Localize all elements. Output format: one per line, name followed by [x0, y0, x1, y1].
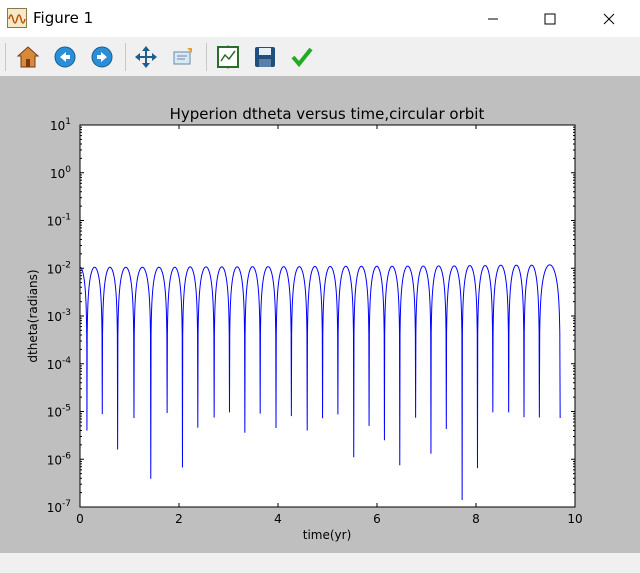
window-title: Figure 1: [33, 9, 94, 27]
home-button[interactable]: [13, 42, 43, 72]
configure-subplots-button[interactable]: [213, 42, 243, 72]
x-tick-label: 0: [76, 512, 84, 526]
home-icon: [16, 46, 40, 68]
toolbar-separator: [125, 43, 126, 71]
toolbar-grip: [5, 43, 6, 71]
minimize-button[interactable]: [470, 0, 516, 37]
zoom-rect-icon: [173, 48, 192, 65]
forward-arrow-icon: [91, 46, 113, 68]
y-tick-label: 10-1: [47, 213, 71, 229]
minimize-icon: [488, 18, 498, 19]
plot-canvas[interactable]: Hyperion dtheta versus time,circular orb…: [0, 76, 640, 553]
save-disk-icon: [255, 47, 275, 67]
y-tick-label: 10-2: [47, 260, 71, 276]
y-tick-label: 10-4: [47, 356, 72, 372]
x-tick-label: 8: [472, 512, 480, 526]
checkmark-icon: [291, 47, 313, 68]
y-tick-label: 10-5: [47, 404, 71, 420]
x-tick-label: 6: [373, 512, 381, 526]
edit-axes-button[interactable]: [287, 42, 317, 72]
x-tick-label: 10: [567, 512, 582, 526]
x-tick-label: 4: [274, 512, 282, 526]
pan-arrows-icon: [135, 46, 157, 68]
chart-title: Hyperion dtheta versus time,circular orb…: [170, 105, 485, 123]
close-button[interactable]: [586, 0, 632, 37]
y-tick-label: 10-3: [47, 308, 71, 324]
save-button[interactable]: [250, 42, 280, 72]
x-axis-label: time(yr): [303, 528, 352, 542]
status-bar: [0, 553, 640, 573]
forward-button[interactable]: [87, 42, 117, 72]
y-axis-label: dtheta(radians): [26, 269, 40, 362]
y-tick-label: 10-6: [47, 451, 72, 467]
axes-background: [80, 125, 575, 507]
back-arrow-icon: [54, 46, 76, 68]
y-tick-label: 100: [50, 165, 71, 181]
toolbar-separator: [206, 43, 207, 71]
zoom-button[interactable]: [168, 42, 198, 72]
navigation-toolbar: [0, 37, 640, 76]
x-tick-label: 2: [175, 512, 183, 526]
title-bar: Figure 1: [0, 0, 640, 37]
subplots-icon: [217, 45, 239, 69]
y-tick-label: 101: [50, 117, 71, 133]
figure-canvas-area: Hyperion dtheta versus time,circular orb…: [0, 76, 640, 553]
maximize-button[interactable]: [527, 0, 573, 37]
close-icon: [603, 13, 615, 24]
pan-button[interactable]: [131, 42, 161, 72]
y-tick-label: 10-7: [47, 499, 71, 515]
maximize-icon: [544, 13, 556, 24]
figure-app-icon: [7, 8, 27, 28]
back-button[interactable]: [50, 42, 80, 72]
